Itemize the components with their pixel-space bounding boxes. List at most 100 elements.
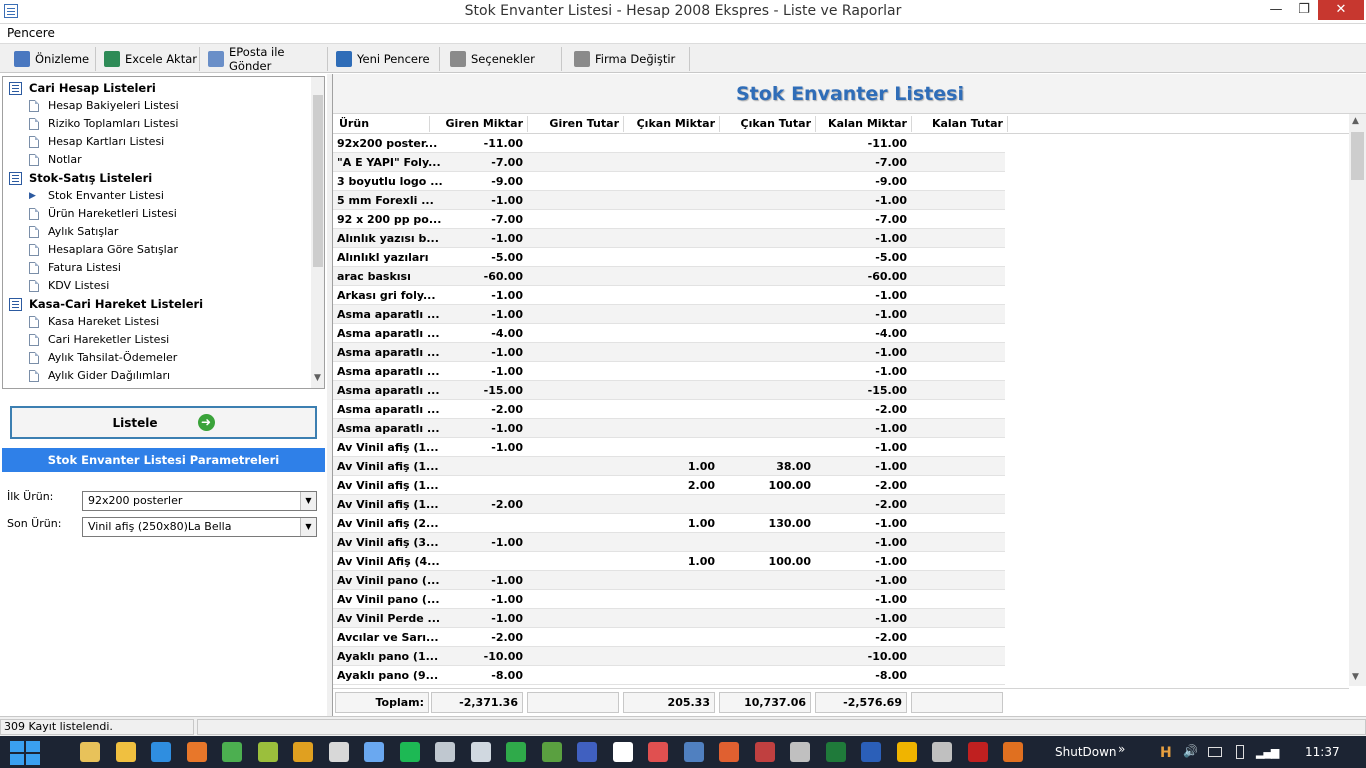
- table-row[interactable]: 92x200 poster... -11.00 -11.00: [333, 134, 1005, 153]
- last-product-select[interactable]: Vinil afiş (250x80)La Bella ▼: [82, 517, 317, 537]
- column-header[interactable]: Çıkan Miktar: [623, 117, 715, 130]
- tree-item[interactable]: Aylık Tahsilat-Ödemeler: [29, 351, 177, 364]
- table-row[interactable]: Ayaklı pano (1... -10.00 -10.00: [333, 647, 1005, 666]
- utility-icon[interactable]: [328, 742, 349, 762]
- table-row[interactable]: Av Vinil Perde ... -1.00 -1.00: [333, 609, 1005, 628]
- table-row[interactable]: "A E YAPI" Foly... -7.00 -7.00: [333, 153, 1005, 172]
- table-row[interactable]: Av Vinil afiş (2... 1.00 130.00 -1.00: [333, 514, 1005, 533]
- table-row[interactable]: Asma aparatlı ... -1.00 -1.00: [333, 343, 1005, 362]
- toolbar-chevron[interactable]: »: [1118, 742, 1125, 756]
- tree-item[interactable]: KDV Listesi: [29, 279, 109, 292]
- options-button[interactable]: Seçenekler: [444, 47, 562, 71]
- ie-icon[interactable]: [151, 742, 171, 762]
- table-row[interactable]: Asma aparatlı ... -4.00 -4.00: [333, 324, 1005, 343]
- table-row[interactable]: Av Vinil pano (... -1.00 -1.00: [333, 590, 1005, 609]
- table-row[interactable]: Asma aparatlı ... -1.00 -1.00: [333, 419, 1005, 438]
- close-button[interactable]: ✕: [1318, 0, 1364, 20]
- clock[interactable]: 11:37: [1305, 745, 1340, 759]
- maximize-button[interactable]: ❐: [1290, 0, 1318, 20]
- volume-icon[interactable]: 🔊: [1183, 744, 1198, 758]
- column-header[interactable]: Kalan Tutar: [911, 117, 1003, 130]
- new-window-button[interactable]: Yeni Pencere: [330, 47, 440, 71]
- tool-icon[interactable]: [754, 742, 775, 762]
- tree-scrollbar[interactable]: ▼: [311, 77, 324, 388]
- tree-item[interactable]: Hesap Bakiyeleri Listesi: [29, 99, 179, 112]
- firefox-icon[interactable]: [186, 742, 207, 762]
- tray-h-icon[interactable]: H: [1160, 745, 1174, 761]
- hesap-icon[interactable]: [541, 742, 562, 762]
- bottle-icon[interactable]: [257, 742, 278, 762]
- listele-button[interactable]: Listele ➜: [10, 406, 317, 439]
- table-row[interactable]: Asma aparatlı ... -15.00 -15.00: [333, 381, 1005, 400]
- table-row[interactable]: arac baskısı -60.00 -60.00: [333, 267, 1005, 286]
- paint-icon[interactable]: [648, 742, 668, 762]
- tree-item[interactable]: Notlar: [29, 153, 82, 166]
- tree-item[interactable]: Hesap Kartları Listesi: [29, 135, 164, 148]
- table-row[interactable]: Avcılar ve Sarı... -2.00 -2.00: [333, 628, 1005, 647]
- scrollbar-thumb[interactable]: [313, 95, 323, 267]
- first-product-select[interactable]: 92x200 posterler ▼: [82, 491, 317, 511]
- vertical-scrollbar[interactable]: ▲ ▼: [1349, 114, 1366, 686]
- tree-group-0[interactable]: Cari Hesap Listeleri: [9, 81, 156, 95]
- table-row[interactable]: Arkası gri foly... -1.00 -1.00: [333, 286, 1005, 305]
- tree-item[interactable]: Aylık Satışlar: [29, 225, 118, 238]
- email-send-button[interactable]: EPosta ile Gönder: [202, 45, 328, 73]
- table-row[interactable]: 3 boyutlu logo ... -9.00 -9.00: [333, 172, 1005, 191]
- menu-pencere[interactable]: Pencere: [7, 26, 55, 40]
- tree-item[interactable]: Riziko Toplamları Listesi: [29, 117, 178, 130]
- change-company-button[interactable]: Firma Değiştir: [566, 47, 690, 71]
- table-row[interactable]: Alınlık yazısı b... -1.00 -1.00: [333, 229, 1005, 248]
- table-row[interactable]: 92 x 200 pp po... -7.00 -7.00: [333, 210, 1005, 229]
- tree-item[interactable]: Ürün Hareketleri Listesi: [29, 207, 177, 220]
- word-icon[interactable]: [861, 742, 881, 762]
- shutdown-toolbar[interactable]: ShutDown: [1055, 745, 1117, 759]
- network-icon[interactable]: ▂▄▆: [1256, 746, 1279, 759]
- table-row[interactable]: Av Vinil afiş (3... -1.00 -1.00: [333, 533, 1005, 552]
- calculator-icon[interactable]: [435, 742, 455, 762]
- remote-icon[interactable]: [932, 742, 952, 762]
- table-row[interactable]: Asma aparatlı ... -2.00 -2.00: [333, 400, 1005, 419]
- preview-button[interactable]: Önizleme: [8, 47, 96, 71]
- minimize-button[interactable]: —: [1262, 0, 1290, 20]
- table-row[interactable]: Alınlıkl yazıları -5.00 -5.00: [333, 248, 1005, 267]
- table-row[interactable]: Ayaklı pano (9... -8.00 -8.00: [333, 666, 1005, 685]
- column-separator[interactable]: [429, 116, 430, 132]
- table-row[interactable]: Av Vinil afiş (1... -2.00 -2.00: [333, 495, 1005, 514]
- table-row[interactable]: Asma aparatlı ... -1.00 -1.00: [333, 362, 1005, 381]
- media-icon[interactable]: [293, 742, 313, 762]
- table-row[interactable]: Av Vinil pano (... -1.00 -1.00: [333, 571, 1005, 590]
- folder-icon[interactable]: [115, 742, 136, 762]
- chevron-down-icon[interactable]: ▼: [300, 492, 316, 510]
- message-icon[interactable]: [1208, 747, 1222, 757]
- table-row[interactable]: 5 mm Forexli ... -1.00 -1.00: [333, 191, 1005, 210]
- column-header[interactable]: Giren Tutar: [527, 117, 619, 130]
- office-icon[interactable]: [719, 742, 739, 762]
- scroll-down-icon[interactable]: ▼: [1352, 672, 1359, 682]
- table-row[interactable]: Asma aparatlı ... -1.00 -1.00: [333, 305, 1005, 324]
- table-row[interactable]: Av Vinil afiş (1... 1.00 38.00 -1.00: [333, 457, 1005, 476]
- h-app-icon[interactable]: [1003, 742, 1023, 762]
- tree-group-2[interactable]: Kasa-Cari Hareket Listeleri: [9, 297, 203, 311]
- tree-item[interactable]: ▶ Stok Envanter Listesi: [29, 189, 164, 202]
- scrollbar-thumb[interactable]: [1351, 132, 1364, 180]
- report-icon[interactable]: [683, 742, 704, 762]
- table-row[interactable]: Av Vinil afiş (1... -1.00 -1.00: [333, 438, 1005, 457]
- column-separator[interactable]: [1007, 116, 1008, 132]
- tree-item[interactable]: Cari Hareketler Listesi: [29, 333, 169, 346]
- chevron-down-icon[interactable]: ▼: [300, 518, 316, 536]
- column-header[interactable]: Ürün: [339, 117, 369, 130]
- excel-icon[interactable]: [825, 742, 846, 762]
- chrome-icon[interactable]: [222, 742, 242, 762]
- tree-item[interactable]: Kasa Hareket Listesi: [29, 315, 159, 328]
- scroll-down-icon[interactable]: ▼: [314, 373, 321, 383]
- battery-icon[interactable]: [1236, 745, 1244, 759]
- outlook-icon[interactable]: [896, 742, 917, 762]
- settings-icon[interactable]: [790, 742, 810, 762]
- tree-item[interactable]: Hesaplara Göre Satışlar: [29, 243, 178, 256]
- tree-group-1[interactable]: Stok-Satış Listeleri: [9, 171, 152, 185]
- database-icon[interactable]: [470, 742, 491, 762]
- tree-item[interactable]: Fatura Listesi: [29, 261, 121, 274]
- filezilla-icon[interactable]: [967, 742, 988, 762]
- column-header[interactable]: Giren Miktar: [431, 117, 523, 130]
- spotify-icon[interactable]: [399, 742, 420, 762]
